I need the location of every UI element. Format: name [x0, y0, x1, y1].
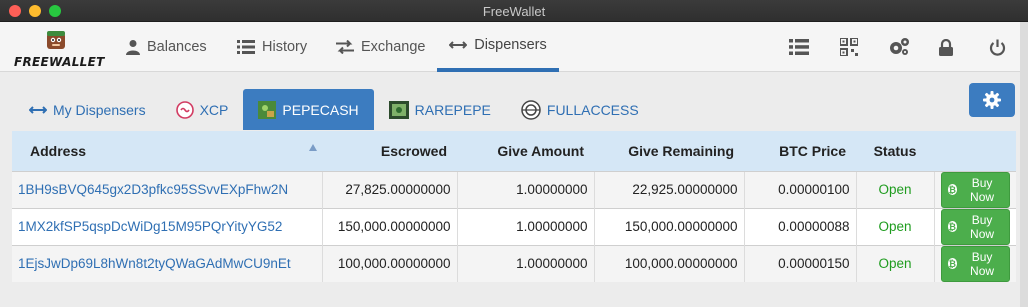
tab-my-dispensers-label: My Dispensers	[53, 101, 146, 118]
address-link[interactable]: 1MX2kfSP5qspDcWiDg15M95PQrYityYG52	[18, 219, 282, 234]
tab-fullaccess[interactable]: FULLACCESS	[506, 89, 654, 130]
nav-history-label: History	[262, 39, 308, 55]
btc-price-cell: 0.00000088	[743, 207, 856, 245]
sort-ascending-icon	[309, 144, 317, 151]
list-view-icon[interactable]	[788, 37, 810, 57]
status-cell: Open	[855, 207, 934, 245]
buy-now-button[interactable]: ₿ Buy Now	[940, 171, 1010, 208]
nav-exchange-label: Exchange	[361, 39, 426, 55]
status-cell: Open	[855, 170, 934, 208]
tab-pepecash[interactable]: PEPECASH	[243, 89, 374, 130]
give-remaining-cell: 150,000.00000000	[593, 207, 744, 245]
user-icon	[126, 40, 140, 55]
btc-price-cell: 0.00000100	[743, 170, 856, 208]
tab-rarepepe[interactable]: RAREPEPE	[374, 89, 506, 130]
logo-mascot-icon	[47, 31, 65, 49]
power-icon[interactable]	[986, 37, 1008, 57]
bitcoin-icon: ₿	[947, 258, 958, 269]
col-give-amount[interactable]: Give Amount	[457, 131, 594, 171]
bitcoin-icon: ₿	[947, 184, 958, 195]
lock-icon[interactable]	[935, 37, 957, 57]
settings-gears-icon[interactable]	[888, 37, 910, 57]
arrows-horizontal-icon	[449, 41, 468, 49]
give-remaining-cell: 100,000.00000000	[593, 244, 744, 282]
nav-history[interactable]: History	[237, 22, 307, 72]
col-escrowed[interactable]: Escrowed	[322, 131, 457, 171]
col-actions	[934, 131, 1016, 171]
dispensers-panel: My Dispensers XCP PEPECASH RAREPEPE FULL…	[0, 73, 1020, 307]
table-row: 1MX2kfSP5qspDcWiDg15M95PQrYityYG52 150,0…	[12, 207, 1016, 245]
dispensers-table: Address Escrowed Give Amount Give Remain…	[12, 131, 1016, 282]
col-btc-price[interactable]: BTC Price	[744, 131, 856, 171]
nav-balances-label: Balances	[147, 39, 207, 55]
rarepepe-token-icon	[388, 100, 409, 119]
address-link[interactable]: 1BH9sBVQ645gx2D3pfkc95SSvvEXpFhw2N	[18, 182, 288, 197]
address-cell: 1MX2kfSP5qspDcWiDg15M95PQrYityYG52	[12, 207, 322, 245]
nav-dispensers[interactable]: Dispensers	[437, 22, 559, 72]
escrowed-cell: 100,000.00000000	[321, 244, 457, 282]
give-remaining-cell: 22,925.00000000	[593, 170, 744, 208]
address-cell: 1EjsJwDp69L8hWn8t2tyQWaGAdMwCU9nEt	[12, 244, 322, 282]
window-scrollbar[interactable]	[1020, 22, 1028, 307]
table-row: 1BH9sBVQ645gx2D3pfkc95SSvvEXpFhw2N 27,82…	[12, 170, 1016, 208]
asset-tabs: My Dispensers XCP PEPECASH RAREPEPE FULL…	[14, 89, 654, 130]
col-status[interactable]: Status	[856, 131, 934, 171]
exchange-icon	[336, 40, 354, 54]
nav-exchange[interactable]: Exchange	[336, 22, 426, 72]
app-logo[interactable]: FREEWALLET	[14, 26, 104, 70]
buy-now-button[interactable]: ₿ Buy Now	[940, 208, 1010, 245]
give-amount-cell: 1.00000000	[456, 207, 594, 245]
tab-my-dispensers[interactable]: My Dispensers	[14, 89, 161, 130]
window-titlebar: FreeWallet	[0, 0, 1028, 22]
pepecash-token-icon	[258, 100, 277, 119]
actions-cell: ₿ Buy Now	[933, 244, 1016, 282]
status-cell: Open	[855, 244, 934, 282]
address-link[interactable]: 1EjsJwDp69L8hWn8t2tyQWaGAdMwCU9nEt	[18, 256, 291, 271]
col-give-remaining[interactable]: Give Remaining	[594, 131, 744, 171]
bitcoin-icon: ₿	[947, 221, 958, 232]
window-title: FreeWallet	[482, 4, 546, 19]
nav-dispensers-label: Dispensers	[474, 37, 547, 53]
gear-icon	[983, 91, 1001, 109]
dispenser-settings-button[interactable]	[969, 83, 1015, 117]
qrcode-icon[interactable]	[838, 37, 860, 57]
logo-text: FREEWALLET	[14, 55, 105, 69]
top-navbar: FREEWALLET Balances History Exchange Dis…	[0, 22, 1020, 72]
give-amount-cell: 1.00000000	[456, 170, 594, 208]
tab-xcp[interactable]: XCP	[161, 89, 244, 130]
btc-price-cell: 0.00000150	[743, 244, 856, 282]
escrowed-cell: 150,000.00000000	[321, 207, 457, 245]
tab-pepecash-label: PEPECASH	[282, 101, 359, 118]
xcp-token-icon	[175, 100, 194, 119]
table-row: 1EjsJwDp69L8hWn8t2tyQWaGAdMwCU9nEt 100,0…	[12, 244, 1016, 282]
arrows-horizontal-icon	[29, 105, 47, 115]
actions-cell: ₿ Buy Now	[933, 170, 1016, 208]
nav-balances[interactable]: Balances	[126, 22, 207, 72]
escrowed-cell: 27,825.00000000	[321, 170, 457, 208]
buy-now-button[interactable]: ₿ Buy Now	[940, 245, 1010, 282]
tab-rarepepe-label: RAREPEPE	[414, 101, 491, 118]
col-address[interactable]: Address	[12, 131, 322, 171]
tab-fullaccess-label: FULLACCESS	[546, 101, 639, 118]
give-amount-cell: 1.00000000	[456, 244, 594, 282]
list-icon	[237, 40, 255, 54]
address-cell: 1BH9sBVQ645gx2D3pfkc95SSvvEXpFhw2N	[12, 170, 322, 208]
table-header-row: Address Escrowed Give Amount Give Remain…	[12, 131, 1016, 171]
tab-xcp-label: XCP	[199, 101, 229, 118]
fullaccess-token-icon	[521, 99, 541, 120]
actions-cell: ₿ Buy Now	[933, 207, 1016, 245]
